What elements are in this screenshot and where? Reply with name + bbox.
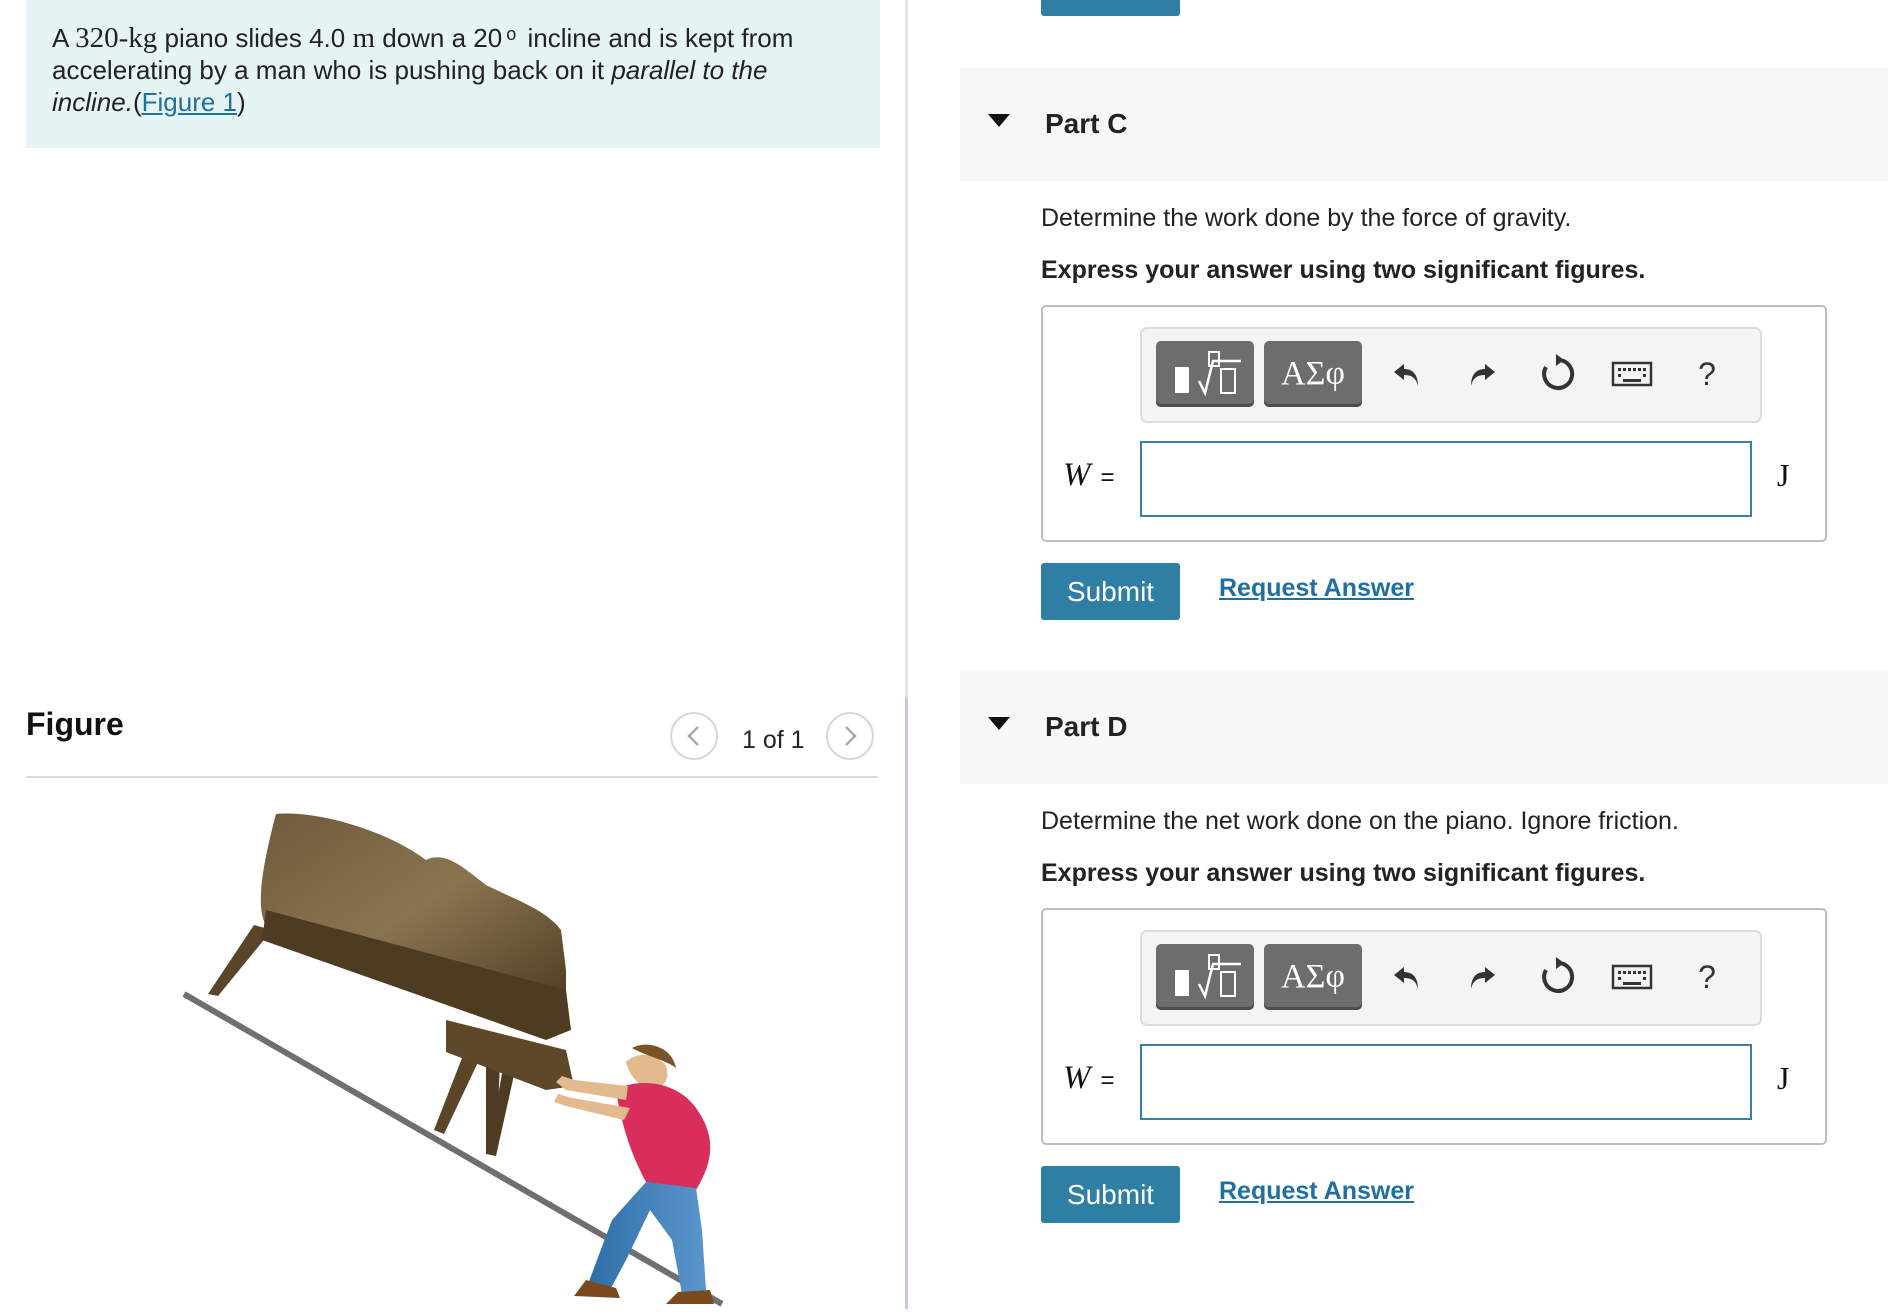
pager-text: 1 of 1 xyxy=(742,726,805,754)
figure-link[interactable]: Figure 1 xyxy=(142,87,237,117)
part-c-answer-box: ΑΣφ ? W = J xyxy=(1041,305,1827,542)
collapse-caret-icon[interactable] xyxy=(988,717,1010,730)
answer-input[interactable] xyxy=(1140,441,1752,517)
equals-sign: = xyxy=(1100,464,1115,491)
degree-symbol: o xyxy=(506,24,517,44)
variable-symbol: W xyxy=(1063,457,1091,493)
request-answer-link[interactable]: Request Answer xyxy=(1219,574,1414,603)
variable-label: W = xyxy=(1063,457,1115,494)
column-divider-dark xyxy=(905,697,908,1309)
mass-value: 320-kg xyxy=(75,22,158,54)
submit-button[interactable]: Submit xyxy=(1041,563,1180,620)
man-arm xyxy=(556,1076,628,1100)
reset-icon[interactable] xyxy=(1533,952,1583,1002)
greek-symbols-button[interactable]: ΑΣφ xyxy=(1264,944,1362,1010)
problem-text: A xyxy=(52,23,76,53)
man-shoe xyxy=(666,1290,714,1304)
part-d-header[interactable]: Part D xyxy=(960,671,1888,784)
math-toolbar: ΑΣφ ? xyxy=(1140,930,1762,1026)
variable-label: W = xyxy=(1063,1060,1115,1097)
equals-sign: = xyxy=(1100,1067,1115,1094)
templates-icon xyxy=(1175,351,1241,397)
man-shirt xyxy=(616,1083,711,1190)
redo-icon[interactable] xyxy=(1458,349,1508,399)
variable-symbol: W xyxy=(1063,1060,1091,1096)
piano-leg xyxy=(208,925,272,996)
problem-text: down a 20 xyxy=(375,23,503,53)
part-d-question: Determine the net work done on the piano… xyxy=(1041,807,1679,835)
reset-icon[interactable] xyxy=(1533,349,1583,399)
part-d-instruction: Express your answer using two significan… xyxy=(1041,859,1646,887)
figure-divider xyxy=(26,776,878,778)
man-jeans xyxy=(588,1182,706,1294)
piano-leg xyxy=(434,1058,480,1134)
submit-button[interactable]: Submit xyxy=(1041,1166,1180,1223)
answer-input[interactable] xyxy=(1140,1044,1752,1120)
unit-label: J xyxy=(1777,1060,1790,1096)
figure-image xyxy=(26,790,878,1309)
problem-text: piano slides 4.0 xyxy=(157,23,353,53)
problem-statement: A 320-kg piano slides 4.0 m down a 20 o i… xyxy=(26,0,880,148)
next-figure-button[interactable] xyxy=(826,712,874,760)
part-c-header[interactable]: Part C xyxy=(960,68,1888,181)
chevron-right-icon xyxy=(845,726,857,746)
keyboard-icon[interactable] xyxy=(1607,349,1657,399)
templates-button[interactable] xyxy=(1156,341,1254,407)
help-icon[interactable]: ? xyxy=(1682,349,1732,399)
math-toolbar: ΑΣφ ? xyxy=(1140,327,1762,423)
collapse-caret-icon[interactable] xyxy=(988,114,1010,127)
templates-button[interactable] xyxy=(1156,944,1254,1010)
left-column: A 320-kg piano slides 4.0 m down a 20 o i… xyxy=(0,0,905,1309)
undo-icon[interactable] xyxy=(1381,349,1431,399)
templates-icon xyxy=(1175,954,1241,1000)
paren: ) xyxy=(237,87,246,117)
distance-unit: m xyxy=(352,22,376,54)
part-c-instruction: Express your answer using two significan… xyxy=(1041,256,1646,284)
part-d-answer-box: ΑΣφ ? W = J xyxy=(1041,908,1827,1145)
piano-incline-illustration xyxy=(182,813,724,1307)
previous-part-submit-button[interactable] xyxy=(1041,0,1180,16)
figure-title: Figure xyxy=(26,706,124,742)
greek-symbols-button[interactable]: ΑΣφ xyxy=(1264,341,1362,407)
part-title: Part D xyxy=(1045,711,1128,742)
part-title: Part C xyxy=(1045,108,1128,139)
chevron-left-icon xyxy=(687,726,699,746)
unit-label: J xyxy=(1777,457,1790,493)
request-answer-link[interactable]: Request Answer xyxy=(1219,1177,1414,1206)
undo-icon[interactable] xyxy=(1381,952,1431,1002)
paren: ( xyxy=(132,87,142,117)
part-c-question: Determine the work done by the force of … xyxy=(1041,204,1572,232)
redo-icon[interactable] xyxy=(1458,952,1508,1002)
help-icon[interactable]: ? xyxy=(1682,952,1732,1002)
keyboard-icon[interactable] xyxy=(1607,952,1657,1002)
prev-figure-button[interactable] xyxy=(670,712,718,760)
figure-pager: 1 of 1 xyxy=(670,712,880,762)
